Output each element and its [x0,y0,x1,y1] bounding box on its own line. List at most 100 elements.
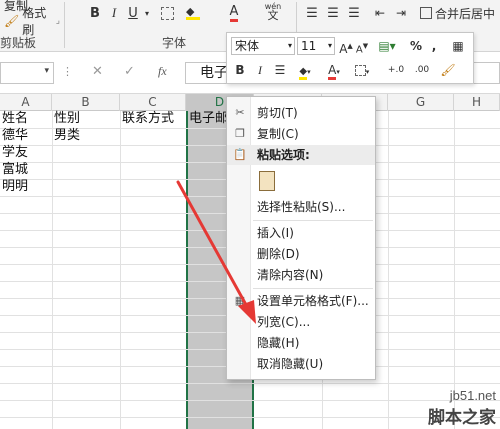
cell-a2[interactable]: 德华 [0,127,28,145]
cell-a4[interactable]: 富城 [0,161,28,179]
menu-item-label: 删除(D) [257,247,300,261]
menu-item-clear-contents[interactable]: 清除内容(N) [227,265,375,285]
menu-item-label: 列宽(C)... [257,315,311,329]
font-name-value: 宋体 [235,39,260,53]
accounting-format-icon[interactable]: ▤▾ [375,37,399,55]
menu-item-label: 插入(I) [257,226,294,240]
paste-option-button[interactable] [257,169,279,193]
cell-b1[interactable]: 性别 [52,110,80,128]
menu-item-insert[interactable]: 插入(I) [227,223,375,243]
font-size-select[interactable]: 11 ▾ [297,37,335,55]
menu-item-cut[interactable]: ✂ 剪切(T) [227,103,375,123]
cell-b2[interactable]: 男类 [52,127,80,145]
context-menu: ✂ 剪切(T) ❐ 复制(C) 📋 粘贴选项: 选择性粘贴(S)... 插入(I… [226,96,376,380]
borders-icon [160,6,174,20]
font-color-button[interactable]: A▾ [323,61,345,80]
increase-decimal-button[interactable]: +.0 [385,61,407,79]
percent-style-button[interactable]: % [409,37,423,55]
column-line [388,111,389,429]
chevron-down-icon: ▾ [287,41,292,50]
format-painter-label: 格式刷 [22,6,47,37]
format-cells-icon[interactable]: ▦ [449,37,467,55]
formula-bar-grip-icon: ⋮ [62,65,73,78]
menu-item-label: 复制(C) [257,127,299,141]
menu-item-delete[interactable]: 删除(D) [227,244,375,264]
cell-d1[interactable]: 电子邮 [187,110,226,128]
align-center-icon: ☰ [327,5,339,21]
borders-button[interactable] [156,2,178,24]
column-header-h[interactable]: H [454,94,500,111]
column-header-a[interactable]: A [0,94,52,111]
dialog-launcher-icon[interactable]: ⌟ [56,16,60,26]
underline-dropdown-icon[interactable]: ▾ [142,2,152,24]
borders-icon [354,65,366,76]
menu-item-unhide[interactable]: 取消隐藏(U) [227,354,375,374]
chevron-down-icon: ▾ [327,41,332,50]
format-painter-icon[interactable]: 🖌 [439,61,457,79]
align-left-icon: ☰ [306,5,318,21]
row-line [0,383,500,384]
merge-center-button[interactable]: 合并后居中 [420,2,500,24]
menu-separator [253,288,373,289]
pinyin-button[interactable]: wén 文 [262,0,284,22]
menu-item-hide[interactable]: 隐藏(H) [227,333,375,353]
watermark-text: 脚本之家 [428,408,496,428]
chevron-down-icon[interactable]: ▾ [44,66,49,76]
cell-a3[interactable]: 学友 [0,144,28,162]
scissors-icon: ✂ [235,106,245,119]
font-name-select[interactable]: 宋体 ▾ [231,37,295,55]
cell-a5[interactable]: 明明 [0,178,28,196]
column-header-b[interactable]: B [52,94,120,111]
increase-indent-button[interactable]: ⇥ [392,2,410,24]
name-box[interactable]: ▾ [0,62,54,84]
mini-toolbar: 宋体 ▾ 11 ▾ A▲ A▼ ▤▾ % , ▦ B I ☰ ◆▾ A▾ ▾ +… [226,32,474,84]
menu-item-column-width[interactable]: 列宽(C)... [227,312,375,332]
increase-font-size-icon[interactable]: A▲ [339,37,353,56]
column-header-c[interactable]: C [120,94,186,111]
align-center-icon[interactable]: ☰ [271,61,289,79]
bold-button[interactable]: B [233,61,247,79]
bold-button[interactable]: B [86,2,104,24]
clipboard-group-label: 剪贴板 [0,36,37,50]
merge-center-label: 合并后居中 [435,6,496,21]
watermark-site: jb51.net [449,388,496,403]
fill-color-button[interactable]: ◆▾ [293,61,317,80]
enter-icon[interactable]: ✓ [124,64,135,79]
insert-function-button[interactable]: fx [158,64,167,79]
comma-style-button[interactable]: , [427,37,441,55]
fill-color-button[interactable]: ◆ [180,2,206,24]
menu-item-format-cells[interactable]: ▦ 设置单元格格式(F)... [227,291,375,311]
menu-item-label: 选择性粘贴(S)... [257,200,346,214]
cell-c1[interactable]: 联系方式 [120,110,174,128]
format-painter-button[interactable]: 🖌 格式刷 ⌟ [0,6,60,37]
cell-a1[interactable]: 姓名 [0,110,28,128]
fill-bucket-icon: ◆ [299,66,308,80]
menu-item-label: 设置单元格格式(F)... [257,294,369,308]
column-line [454,111,455,429]
menu-item-label: 清除内容(N) [257,268,324,282]
align-center-button[interactable]: ☰ [324,2,342,24]
cancel-icon[interactable]: ✕ [92,64,103,79]
align-left-button[interactable]: ☰ [303,2,321,24]
column-header-g[interactable]: G [388,94,454,111]
menu-item-copy[interactable]: ❐ 复制(C) [227,124,375,144]
font-color-button[interactable]: A [222,2,246,24]
menu-header-paste-options: 📋 粘贴选项: [227,145,375,165]
decrease-font-size-icon[interactable]: A▼ [355,37,369,55]
borders-button[interactable]: ▾ [351,61,373,79]
format-cells-icon: ▦ [234,294,246,307]
menu-item-paste-special[interactable]: 选择性粘贴(S)... [227,197,375,217]
decrease-indent-button[interactable]: ⇤ [371,2,389,24]
paste-icon: 📋 [233,148,247,161]
group-divider [296,2,297,32]
italic-button[interactable]: I [105,2,123,24]
pinyin-char: 文 [267,9,279,22]
decrease-indent-icon: ⇤ [374,6,386,20]
decrease-decimal-button[interactable]: .00 [411,61,433,79]
menu-item-label: 剪切(T) [257,106,298,120]
align-right-button[interactable]: ☰ [345,2,363,24]
underline-button[interactable]: U [124,2,142,24]
column-line [52,111,53,429]
menu-separator [253,220,373,221]
italic-button[interactable]: I [253,61,267,79]
